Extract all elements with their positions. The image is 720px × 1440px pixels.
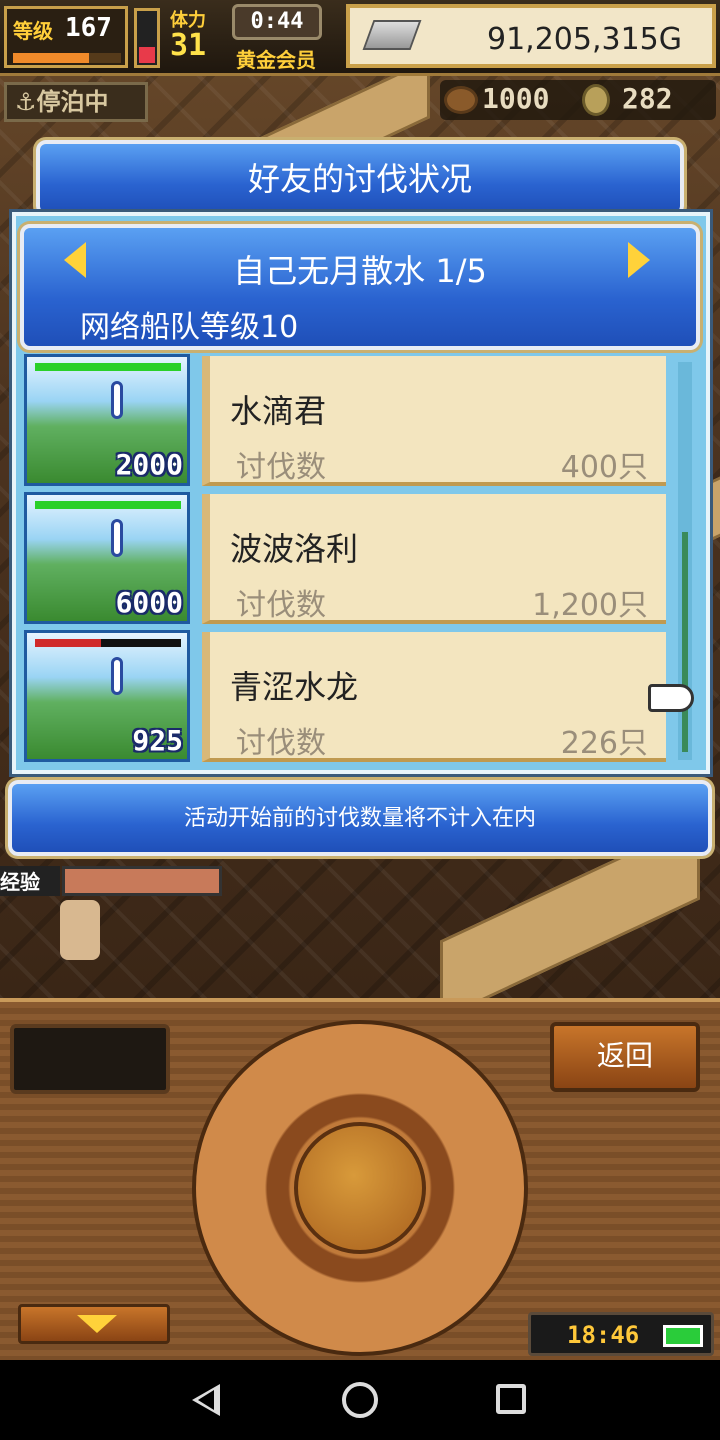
monster-hp-bar: [35, 639, 181, 647]
scrollbar-thumb[interactable]: [682, 532, 688, 752]
level-label: 等级: [13, 19, 53, 43]
gold-value: 91,205,315G: [486, 22, 682, 57]
monster-badge: 6000: [115, 586, 183, 619]
exclamation-icon: [111, 519, 123, 557]
dialog-title: 好友的讨伐状况: [36, 140, 684, 216]
monster-list[interactable]: 2000 水滴君 讨伐数 400只 6000 波波洛利 讨伐数 1,200只 9…: [20, 352, 692, 766]
kill-count-label: 讨伐数: [236, 450, 326, 485]
character-nameplate: [62, 866, 222, 896]
kill-count-value: 400只: [560, 450, 648, 485]
friend-header: 自己无月散水 1/5 网络船队等级10: [20, 224, 700, 350]
moored-label: 停泊中: [36, 88, 109, 116]
nav-recents-icon[interactable]: [496, 1384, 526, 1414]
resource2-value: 282: [622, 82, 673, 115]
membership-badge: 黄金会员: [236, 48, 316, 72]
list-item[interactable]: 925 青涩水龙 讨伐数 226只: [20, 628, 692, 764]
monster-thumbnail: 925: [24, 630, 190, 762]
exp-tag: 经验: [0, 866, 60, 896]
control-console: 返回 18:46: [0, 998, 720, 1360]
monster-card[interactable]: 波波洛利 讨伐数 1,200只: [202, 494, 666, 624]
monster-hp-bar: [35, 363, 181, 371]
nav-home-icon[interactable]: [342, 1382, 378, 1418]
anchor-icon: ⚓: [15, 88, 37, 116]
gold-display: 91,205,315G: [346, 4, 716, 68]
battery-icon: [663, 1325, 703, 1347]
clock-time: 18:46: [567, 1321, 640, 1349]
dpad-center-button[interactable]: [294, 1122, 426, 1254]
monster-thumbnail: 6000: [24, 492, 190, 624]
monster-name: 水滴君: [230, 392, 327, 430]
pointer-hand-icon: [648, 684, 694, 712]
chevron-down-icon: [77, 1315, 117, 1333]
monster-card[interactable]: 青涩水龙 讨伐数 226只: [202, 632, 666, 762]
monster-badge: 925: [132, 724, 183, 757]
kill-count-value: 226只: [560, 726, 648, 761]
console-screen: [10, 1024, 170, 1094]
monster-hp-bar: [35, 501, 181, 509]
top-hud: 等级 167 体力 31 0:44 黄金会员 91,205,315G: [0, 0, 720, 76]
stamina-meter: [134, 8, 160, 68]
level-value: 167: [65, 13, 112, 43]
resource-display: 1000 282: [440, 80, 716, 120]
fleet-level: 网络船队等级10: [80, 310, 299, 345]
monster-name: 青涩水龙: [230, 668, 359, 706]
stamina-value: 31: [170, 28, 207, 63]
clock-display: 18:46: [528, 1312, 714, 1356]
list-item[interactable]: 2000 水滴君 讨伐数 400只: [20, 352, 692, 488]
exclamation-icon: [111, 657, 123, 695]
back-button[interactable]: 返回: [550, 1022, 700, 1092]
notice-banner: 活动开始前的讨伐数量将不计入在内: [8, 780, 712, 856]
level-box: 等级 167: [4, 6, 128, 68]
list-item[interactable]: 6000 波波洛利 讨伐数 1,200只: [20, 490, 692, 626]
friend-name: 自己无月散水 1/5: [233, 252, 487, 290]
system-nav-bar: [0, 1360, 720, 1440]
silver-bar-icon: [362, 20, 422, 50]
monster-thumbnail: 2000: [24, 354, 190, 486]
character-sprite: [60, 900, 100, 960]
dpad-wheel[interactable]: [192, 1020, 528, 1356]
next-arrow-button[interactable]: [628, 242, 650, 278]
monster-name: 波波洛利: [230, 530, 359, 568]
stamina-timer: 0:44: [232, 4, 322, 40]
coin-icon: [582, 84, 610, 116]
kill-count-label: 讨伐数: [236, 726, 326, 761]
monster-badge: 2000: [115, 448, 183, 481]
kill-count-label: 讨伐数: [236, 588, 326, 623]
level-exp-bar: [13, 53, 121, 63]
wood-icon: [444, 86, 478, 114]
kill-count-value: 1,200只: [532, 588, 648, 623]
monster-card[interactable]: 水滴君 讨伐数 400只: [202, 356, 666, 486]
nav-back-icon[interactable]: [192, 1384, 220, 1416]
exclamation-icon: [111, 381, 123, 419]
menu-toggle-button[interactable]: [18, 1304, 170, 1344]
resource1-value: 1000: [482, 82, 550, 115]
moored-status: ⚓停泊中: [4, 82, 148, 122]
